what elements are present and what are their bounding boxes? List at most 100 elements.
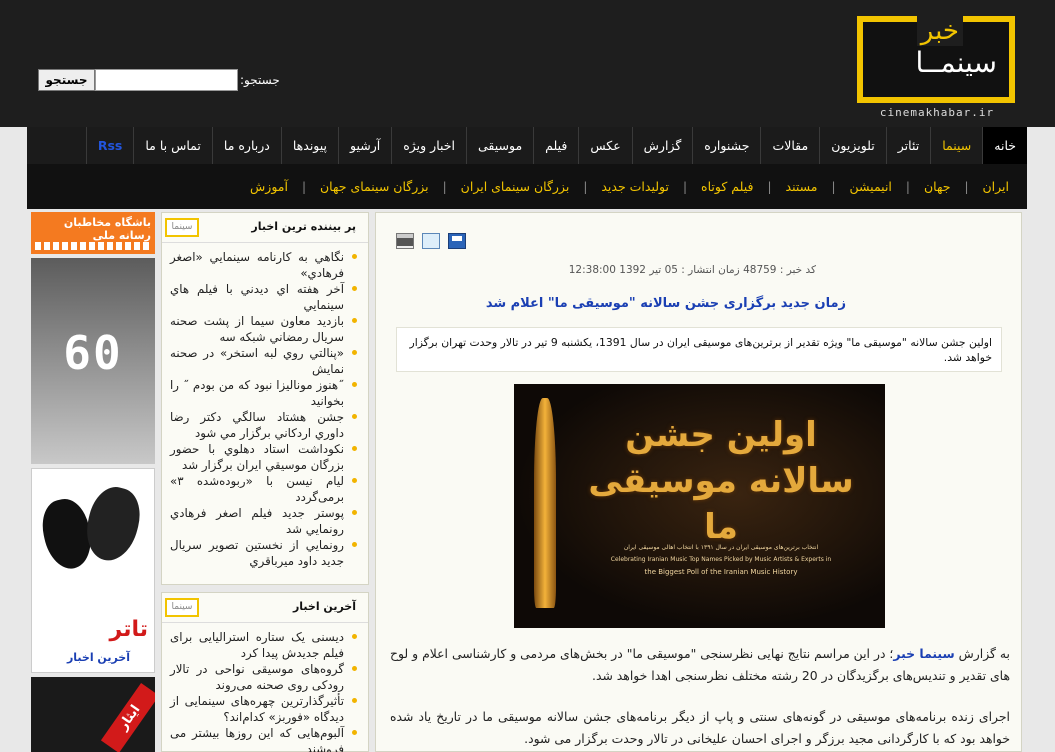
site-logo[interactable]: خبر سینمــا	[857, 16, 1015, 103]
latest-news-box: سینما آخرين اخبار دیسنی یک ستاره استرالی…	[161, 592, 369, 752]
menu-item-tv[interactable]: تلویزیون	[819, 127, 886, 164]
list-item[interactable]: جشن هشتاد سالگي دكتر رضا داوري اردكاني ب…	[170, 409, 358, 441]
bullet-icon	[352, 254, 357, 259]
ad-theater-subtitle: آخرین اخبار	[66, 651, 130, 664]
menu-item-about[interactable]: درباره ما	[211, 127, 281, 164]
article-lead: اولین جشن سالانه "موسیقی ما" ویژه تقدیر …	[396, 327, 1002, 372]
list-item-text: دیسنی یک ستاره استرالیایی برای فیلم جدید…	[170, 630, 344, 660]
bullet-icon	[352, 666, 357, 671]
list-item[interactable]: تأثیرگذارترین چهره‌های سینمایی از دیدگاه…	[170, 693, 358, 725]
logo-word-khabar: خبر	[916, 16, 963, 46]
submenu-separator: |	[905, 179, 910, 194]
ad-icons-strip	[35, 242, 151, 250]
list-item[interactable]: گروه‌های موسیقی نواحی در تالار رودکی روی…	[170, 661, 358, 693]
submenu-separator: |	[583, 179, 588, 194]
submenu-item-iran[interactable]: ایران	[982, 179, 1009, 194]
email-icon[interactable]	[422, 233, 440, 249]
list-item[interactable]: پوستر جديد فيلم اصغر فرهادي رونمايي شد	[170, 505, 358, 537]
most-viewed-title: پر بیننده ترین اخبار	[251, 220, 356, 233]
bullet-icon	[352, 730, 357, 735]
ad-theater-title: تاتر	[109, 617, 148, 642]
save-icon[interactable]	[448, 233, 466, 249]
menu-item-report[interactable]: گزارش	[631, 127, 693, 164]
submenu-separator: |	[831, 179, 836, 194]
menu-item-cinema[interactable]: سینما	[930, 127, 982, 164]
menu-item-photo[interactable]: عکس	[578, 127, 631, 164]
list-item-text: نگاهي به كارنامه سينمايي «اصغر فرهادي»	[170, 250, 344, 280]
bullet-icon	[352, 446, 357, 451]
list-item-text: آلبوم‌هایی که این روزها بیشتر می فروشند	[170, 726, 344, 752]
list-item-text: گروه‌های موسیقی نواحی در تالار رودکی روی…	[170, 662, 344, 692]
menu-item-articles[interactable]: مقالات	[760, 127, 819, 164]
submenu-item-new-productions[interactable]: تولیدات جدید	[601, 179, 669, 194]
list-item-text: ˝هنوز مونالیزا نبود که من بودم ˝ را بخوا…	[170, 378, 344, 408]
submenu-separator: |	[442, 179, 447, 194]
print-icon[interactable]	[396, 233, 414, 249]
list-item[interactable]: آلبوم‌هایی که این روزها بیشتر می فروشند	[170, 725, 358, 752]
list-item-text: تأثیرگذارترین چهره‌های سینمایی از دیدگاه…	[170, 694, 344, 724]
ad-banner-isar[interactable]: ایثار	[31, 677, 155, 752]
list-item[interactable]: نگاهي به كارنامه سينمايي «اصغر فرهادي»	[170, 249, 358, 281]
list-item[interactable]: بازديد معاون سيما از پشت صحنه سريال رمضا…	[170, 313, 358, 345]
menu-item-special-news[interactable]: اخبار ویژه	[391, 127, 466, 164]
menu-item-film[interactable]: فیلم	[533, 127, 578, 164]
submenu-item-iran-greats[interactable]: بزرگان سینمای ایران	[461, 179, 570, 194]
list-item-text: جشن هشتاد سالگي دكتر رضا داوري اردكاني ب…	[170, 410, 344, 440]
submenu-separator: |	[682, 179, 688, 194]
submenu-item-short-film[interactable]: فیلم کوتاه	[701, 179, 753, 194]
ad-isar-band: ایثار	[100, 683, 155, 752]
logo-subtitle: cinemakhabar.ir	[879, 106, 995, 119]
bullet-icon	[352, 698, 357, 703]
menu-item-archive[interactable]: آرشیو	[338, 127, 391, 164]
bullet-icon	[352, 318, 357, 323]
menu-item-music[interactable]: موسیقی	[466, 127, 533, 164]
ad-banner-club[interactable]: باشگاه مخاطبان رسانه ملی	[31, 212, 155, 254]
list-item-text: لیام نیسن با «ربوده‌شده ۳» برمی‌گردد	[170, 474, 344, 504]
submenu-item-education[interactable]: آموزش	[250, 179, 288, 194]
submenu-item-documentary[interactable]: مستند	[786, 179, 818, 194]
menu-item-home[interactable]: خانه	[982, 127, 1027, 164]
most-viewed-box: سینما پر بیننده ترین اخبار نگاهي به كارن…	[161, 212, 369, 585]
list-item-text: پوستر جديد فيلم اصغر فرهادي رونمايي شد	[170, 506, 344, 536]
submenu-item-animation[interactable]: انیمیشن	[850, 179, 892, 194]
list-item[interactable]: آخر هفته اي ديدني با فيلم هاي سينمايي	[170, 281, 358, 313]
image-caption: the Biggest Poll of the Iranian Music Hi…	[644, 568, 798, 576]
menu-item-rss[interactable]: Rss	[85, 127, 134, 164]
list-item[interactable]: لیام نیسن با «ربوده‌شده ۳» برمی‌گردد	[170, 473, 358, 505]
menu-item-contact[interactable]: تماس با ما	[133, 127, 212, 164]
cinema-badge-icon: سینما	[165, 218, 199, 237]
main-menu: خانه سینما تئاتر تلویزیون مقالات جشنواره…	[27, 127, 1027, 164]
submenu-item-world[interactable]: جهان	[924, 179, 950, 194]
bullet-icon	[352, 414, 357, 419]
paragraph-prefix: به گزارش	[954, 646, 1010, 661]
list-item[interactable]: «پنالتي روي لبه استخر» در صحنه نمايش	[170, 345, 358, 377]
list-item-text: رونمايي از نخستين تصوير سريال جديد داود …	[170, 538, 344, 568]
list-item[interactable]: ˝هنوز مونالیزا نبود که من بودم ˝ را بخوا…	[170, 377, 358, 409]
ad-banner-60[interactable]: 60	[31, 258, 155, 464]
article-paragraph: اجرای زنده برنامه‌های موسیقی در گونه‌های…	[390, 709, 1010, 746]
cinema-badge-icon: سینما	[165, 598, 199, 617]
menu-item-theater[interactable]: تئاتر	[885, 127, 930, 164]
sub-menu: ایران | جهان | انیمیشن | مستند | فیلم کو…	[27, 164, 1027, 209]
search-input[interactable]	[95, 69, 238, 91]
article-headline: زمان جدید برگزاری جشن سالانه "موسیقی ما"…	[485, 296, 846, 311]
submenu-separator: |	[767, 179, 772, 194]
list-item[interactable]: نكوداشت استاد دهلوي با حضور بزرگان موسيق…	[170, 441, 358, 473]
bullet-icon	[352, 350, 357, 355]
article-image: اولین جشن سالانه موسیقی ما انتخاب برترین…	[514, 384, 885, 628]
list-item[interactable]: دیسنی یک ستاره استرالیایی برای فیلم جدید…	[170, 629, 358, 661]
image-caption: Celebrating Iranian Music Top Names Pick…	[610, 556, 832, 563]
source-link[interactable]: سینما خبر	[893, 646, 954, 661]
image-title: اولین جشن سالانه موسیقی ما	[588, 415, 854, 547]
submenu-separator: |	[301, 179, 306, 194]
ad-banner-club-text: باشگاه مخاطبان رسانه ملی	[63, 216, 151, 242]
bullet-icon	[352, 286, 357, 291]
menu-item-links[interactable]: پیوندها	[280, 127, 338, 164]
search-button[interactable]: جستجو	[38, 69, 95, 91]
list-item[interactable]: رونمايي از نخستين تصوير سريال جديد داود …	[170, 537, 358, 569]
bullet-icon	[352, 382, 357, 387]
bullet-icon	[352, 634, 357, 639]
ad-banner-theater[interactable]: تاتر آخرین اخبار	[31, 468, 155, 673]
menu-item-festival[interactable]: جشنواره	[692, 127, 760, 164]
submenu-item-world-greats[interactable]: بزرگان سینمای جهان	[320, 179, 429, 194]
